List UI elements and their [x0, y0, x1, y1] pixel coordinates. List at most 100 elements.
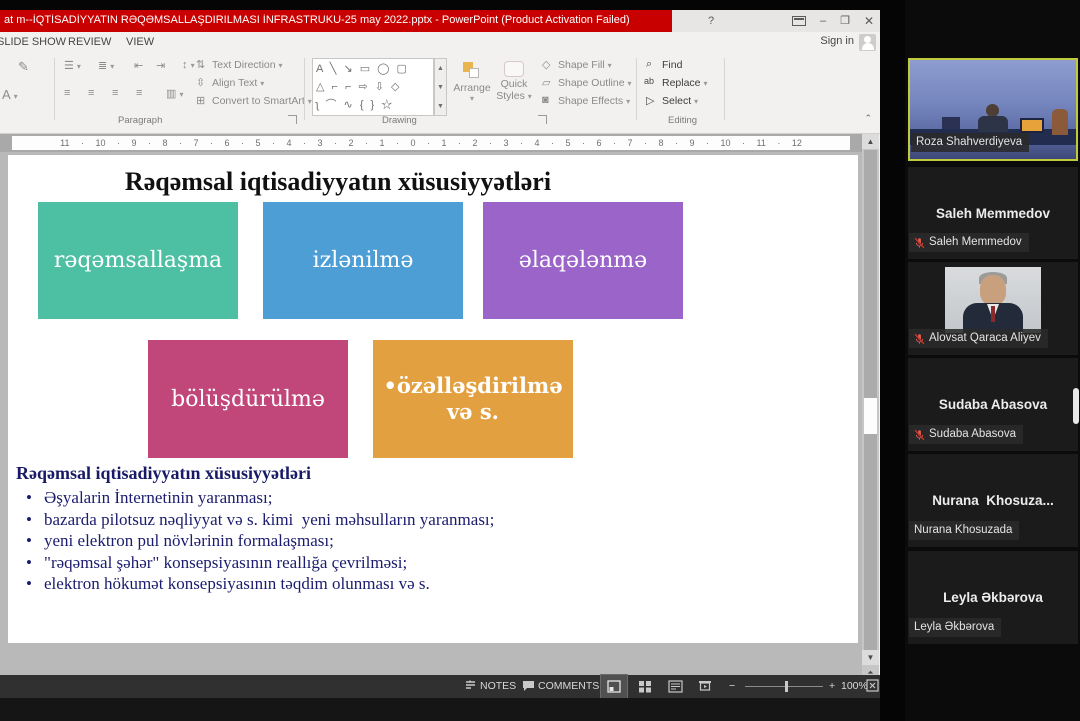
user-avatar-icon[interactable] — [859, 34, 876, 51]
align-text-button[interactable]: Align Text ▾ — [212, 77, 264, 89]
photo-head — [980, 275, 1006, 305]
shape-outline-icon: ▱ — [542, 76, 550, 89]
muted-mic-icon — [914, 237, 925, 249]
decrease-indent-icon[interactable]: ⇤ — [134, 59, 143, 72]
quick-styles-label-1: Quick — [494, 78, 534, 90]
bullets-icon[interactable]: ☰ ▾ — [64, 59, 81, 72]
shapes-gallery[interactable]: A ╲ ↘ ▭ ◯ ▢△ ⌐ ⌐ ⇨ ⇩ ◇ʅ ⌒ ∿ { } ☆ — [312, 58, 434, 116]
quick-styles-icon — [504, 61, 524, 77]
text-direction-button[interactable]: Text Direction ▾ — [212, 59, 283, 71]
scroll-down-icon[interactable]: ▼ — [862, 650, 879, 665]
participant-tile-alovsat-qaraca-aliyev[interactable]: Alovsat Qaraca Aliyev — [908, 262, 1078, 355]
find-button[interactable]: Find — [662, 59, 682, 71]
notes-button[interactable]: NOTES — [480, 675, 516, 698]
shape-box-reqemsallasma[interactable]: rəqəmsallaşma — [38, 202, 238, 319]
video-person-torso — [978, 116, 1008, 132]
close-button[interactable]: ✕ — [858, 13, 880, 29]
fit-to-window-icon[interactable] — [866, 679, 879, 692]
slide-show-button[interactable] — [692, 675, 718, 698]
line-spacing-icon[interactable]: ↕ ▾ — [182, 59, 195, 71]
comments-button[interactable]: COMMENTS — [538, 675, 599, 698]
normal-view-button[interactable] — [601, 675, 627, 698]
shape-fill-button[interactable]: Shape Fill ▾ — [558, 59, 612, 71]
sidebar-scrollbar-thumb[interactable] — [1073, 388, 1079, 424]
reading-view-button[interactable] — [662, 675, 688, 698]
shape-effects-icon: ◙ — [542, 94, 549, 106]
tab-review[interactable]: REVIEW — [62, 32, 117, 53]
columns-icon[interactable]: ▥ ▾ — [166, 87, 183, 100]
numbering-icon[interactable]: ≣ ▾ — [98, 59, 114, 72]
paragraph-group-label: Paragraph — [118, 115, 162, 126]
ribbon-display-options-icon[interactable] — [792, 16, 806, 26]
scrollbar-thumb[interactable] — [864, 398, 877, 434]
paragraph-dialog-launcher[interactable] — [288, 115, 297, 124]
drawing-dialog-launcher[interactable] — [538, 115, 547, 124]
help-button[interactable]: ? — [700, 13, 722, 29]
participant-tile-leyla-ekberova[interactable]: Leyla Əkbərova Leyla Əkbərova — [908, 551, 1078, 644]
participant-name: Leyla Əkbərova — [914, 618, 994, 637]
bullet-item: bazarda pilotsuz nəqliyyat və s. kimi ye… — [18, 509, 818, 531]
sign-in-link[interactable]: Sign in — [820, 35, 854, 47]
horizontal-ruler[interactable]: 11 · 10 · 9 · 8 · 7 · 6 · 5 · 4 · 3 · 2 … — [12, 136, 850, 150]
participant-tile-nurana-khosuzada[interactable]: Nurana Khosuza... Nurana Khosuzada — [908, 454, 1078, 547]
bullet-item: "rəqəmsal şəhər" konsepsiyasının reallığ… — [18, 552, 818, 574]
slide-sorter-button[interactable] — [632, 675, 658, 698]
font-color-icon[interactable]: A ▾ — [2, 87, 18, 102]
shape-box-ozellesdirilme[interactable]: •özəlləşdirilmə və s. — [373, 340, 573, 458]
participant-name-label: Sudaba Abasova — [909, 425, 1023, 444]
align-center-icon[interactable]: ≡ — [88, 87, 94, 99]
collapse-ribbon-icon[interactable]: ⌃ — [864, 113, 872, 124]
comments-icon — [522, 679, 535, 692]
clear-formatting-icon[interactable]: ✎ — [18, 59, 29, 75]
shape-box-bolusdurulme[interactable]: bölüşdürülmə — [148, 340, 348, 458]
bullet-list[interactable]: Əşyalarin İnternetinin yaranması; bazard… — [18, 487, 818, 595]
participant-tile-sudaba-abasova[interactable]: Sudaba Abasova Sudaba Abasova — [908, 358, 1078, 451]
align-right-icon[interactable]: ≡ — [112, 87, 118, 99]
participant-tile-saleh-memmedov[interactable]: Saleh Memmedov Saleh Memmedov — [908, 167, 1078, 259]
shape-outline-button[interactable]: Shape Outline ▾ — [558, 77, 632, 89]
participant-name: Sudaba Abasova — [929, 425, 1016, 444]
arrange-button[interactable]: Arrange ▾ — [452, 58, 492, 120]
gutter — [880, 0, 905, 721]
arrange-label: Arrange — [452, 82, 492, 94]
tab-view[interactable]: VIEW — [120, 32, 160, 53]
smartart-icon: ⊞ — [196, 94, 205, 107]
shapes-gallery-scroll[interactable]: ▲▼▼ — [434, 58, 447, 116]
minimize-button[interactable]: – — [812, 13, 834, 29]
box-label: bölüşdürülmə — [171, 387, 325, 412]
slide-subheading[interactable]: Rəqəmsal iqtisadiyyatın xüsusiyyətləri — [16, 463, 311, 484]
replace-button[interactable]: Replace ▾ — [662, 77, 707, 89]
scroll-up-icon[interactable]: ▲ — [862, 134, 879, 149]
increase-indent-icon[interactable]: ⇥ — [156, 59, 165, 72]
align-justify-icon[interactable]: ≡ — [136, 87, 142, 99]
align-left-icon[interactable]: ≡ — [64, 87, 70, 99]
slide-title[interactable]: Rəqəmsal iqtisadiyyatın xüsusiyyətləri — [8, 167, 668, 197]
status-bar: NOTES COMMENTS − + 100% — [0, 675, 880, 698]
box-label-line2: və s. — [447, 399, 499, 425]
top-black-strip — [0, 0, 880, 10]
zoom-in-button[interactable]: + — [829, 675, 835, 698]
restore-button[interactable]: ❐ — [834, 13, 856, 29]
shape-effects-button[interactable]: Shape Effects ▾ — [558, 95, 630, 107]
slide-scrollbar[interactable]: ▲ ▼ ⏶ ⏷ — [862, 134, 879, 685]
shape-box-elaqelenme[interactable]: əlaqələnmə — [483, 202, 683, 319]
shape-box-izlenilme[interactable]: izlənilmə — [263, 202, 463, 319]
slide-canvas[interactable]: Rəqəmsal iqtisadiyyatın xüsusiyyətləri r… — [8, 155, 858, 643]
zoom-slider-track[interactable] — [745, 686, 823, 687]
select-icon: ▷ — [646, 94, 654, 107]
photo-tie — [991, 306, 995, 322]
zoom-level[interactable]: 100% — [841, 675, 868, 698]
editing-group-label: Editing — [668, 115, 697, 126]
arrange-caret: ▾ — [452, 94, 492, 103]
screen: at m--İQTİSADİYYATIN RƏQƏMSALLAŞDIRILMAS… — [0, 0, 1080, 721]
quick-styles-button[interactable]: Quick Styles ▾ — [494, 58, 534, 120]
participant-tile-roza-shahverdiyeva[interactable]: Roza Shahverdiyeva — [908, 58, 1078, 161]
zoom-out-button[interactable]: − — [729, 675, 735, 698]
zoom-slider-thumb[interactable] — [785, 681, 788, 692]
convert-smartart-button[interactable]: Convert to SmartArt ▾ — [212, 95, 312, 107]
participant-name-label: Roza Shahverdiyeva — [911, 133, 1029, 152]
bullet-item: elektron hökumət konsepsiyasının təqdim … — [18, 573, 818, 595]
title-bar-red-band: at m--İQTİSADİYYATIN RƏQƏMSALLAŞDIRILMAS… — [0, 10, 672, 32]
select-button[interactable]: Select ▾ — [662, 95, 698, 107]
arrange-icon — [463, 62, 481, 80]
